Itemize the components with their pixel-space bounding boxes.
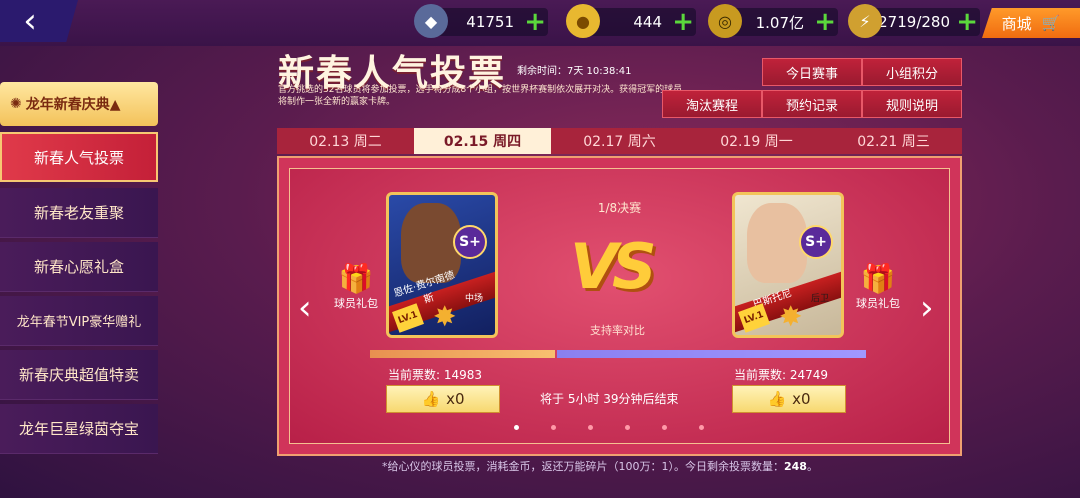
sidebar-item-label: 新春庆典超值特卖 bbox=[18, 366, 139, 384]
sidebar-item-vip-gift[interactable]: 龙年春节VIP豪华赠礼 bbox=[0, 296, 158, 346]
end-countdown: 将于 5小时 39分钟后结束 bbox=[540, 392, 679, 406]
vote-count-left: 当前票数: 14983 bbox=[388, 368, 483, 382]
vote-count-right: 当前票数: 24749 bbox=[734, 368, 829, 382]
tab-date-0217[interactable]: 02.17 周六 bbox=[551, 128, 688, 154]
button-label: 今日赛事 bbox=[785, 66, 838, 82]
resource-value: 2719/280 bbox=[878, 13, 950, 31]
star-icon: ✸ bbox=[779, 300, 803, 333]
sidebar-item-label: 新春老友重聚 bbox=[33, 204, 124, 222]
rules-button[interactable]: 规则说明 bbox=[862, 90, 962, 118]
top-bar: ‹ ◆ 41751 + ● 444 + ◎ 1.07亿 + ⚡ 2719/280… bbox=[0, 0, 1080, 46]
knockout-schedule-button[interactable]: 淘汰赛程 bbox=[662, 90, 762, 118]
resource-diamonds: ◆ 41751 + bbox=[414, 4, 548, 38]
gift-box-icon: 🎁 bbox=[860, 262, 896, 295]
add-gold-button[interactable]: + bbox=[672, 8, 694, 36]
gold-coin-icon: ● bbox=[566, 4, 600, 38]
sidebar-item-label: 龙年春节VIP豪华赠礼 bbox=[16, 315, 142, 330]
gift-label: 球员礼包 bbox=[334, 297, 378, 310]
support-bar-left bbox=[370, 350, 555, 358]
tab-date-0221[interactable]: 02.21 周三 bbox=[825, 128, 962, 154]
resource-value: 444 bbox=[633, 13, 662, 31]
remaining-votes: 248 bbox=[784, 460, 807, 473]
page-dot[interactable] bbox=[551, 425, 556, 430]
add-diamonds-button[interactable]: + bbox=[524, 8, 546, 36]
button-label: 淘汰赛程 bbox=[685, 98, 738, 114]
countdown-timer: 剩余时间：7天 10:38:41 bbox=[517, 66, 632, 77]
next-match-arrow-icon[interactable]: › bbox=[920, 288, 934, 328]
add-currency-button[interactable]: + bbox=[814, 8, 836, 36]
page-dot[interactable] bbox=[699, 425, 704, 430]
gift-box-icon: 🎁 bbox=[338, 262, 374, 295]
sidebar-item-label: 龙年巨星绿茵夺宝 bbox=[18, 420, 139, 438]
date-tabs: 02.13 周二 02.15 周四 02.17 周六 02.19 周一 02.2… bbox=[277, 128, 962, 154]
sidebar-item-popularity-vote[interactable]: 新春人气投票 bbox=[0, 132, 158, 182]
gift-label: 球员礼包 bbox=[856, 297, 900, 310]
currency-coin-icon: ◎ bbox=[708, 4, 742, 38]
prev-match-arrow-icon[interactable]: ‹ bbox=[298, 288, 312, 328]
thumbs-up-icon: 👍 bbox=[767, 390, 787, 408]
player-gift-left[interactable]: 🎁 球员礼包 bbox=[334, 262, 378, 311]
tab-date-0219[interactable]: 02.19 周一 bbox=[688, 128, 825, 154]
shop-button[interactable]: 商城 🛒 bbox=[982, 8, 1080, 38]
player-portrait bbox=[747, 203, 807, 283]
resource-energy: ⚡ 2719/280 + bbox=[848, 4, 980, 38]
grade-badge: S+ bbox=[799, 225, 833, 259]
lantern-icon: ✺ bbox=[10, 96, 22, 112]
sidebar-item-label: 新春心愿礼盒 bbox=[33, 258, 124, 276]
add-energy-button[interactable]: + bbox=[956, 8, 978, 36]
page-dot[interactable] bbox=[514, 425, 519, 430]
player-gift-right[interactable]: 🎁 球员礼包 bbox=[856, 262, 900, 311]
sidebar-header-label: 龙年新春庆典▲ bbox=[25, 97, 121, 113]
event-description: 官方挑选的32名球员将参加投票，选手将分成8个小组，按世界杯赛制依次展开对决。获… bbox=[278, 85, 683, 107]
sidebar-item-special-sale[interactable]: 新春庆典超值特卖 bbox=[0, 350, 158, 400]
like-count: x0 bbox=[792, 390, 811, 408]
reservation-records-button[interactable]: 预约记录 bbox=[762, 90, 862, 118]
button-label: 预约记录 bbox=[785, 98, 838, 114]
resource-value: 41751 bbox=[466, 13, 514, 31]
page-dot[interactable] bbox=[662, 425, 667, 430]
sidebar: ✺ 龙年新春庆典▲ 新春人气投票 新春老友重聚 新春心愿礼盒 龙年春节VIP豪华… bbox=[0, 82, 158, 498]
sidebar-item-wish-box[interactable]: 新春心愿礼盒 bbox=[0, 242, 158, 292]
player-card-left[interactable]: S+ 恩佐·费尔南德斯 中场 LV.1 ✸ bbox=[386, 192, 498, 338]
resource-gold: ● 444 + bbox=[566, 4, 696, 38]
today-matches-button[interactable]: 今日赛事 bbox=[762, 58, 862, 86]
footer-note: *给心仪的球员投票，消耗金币，返还万能碎片（100万：1）。今日剩余投票数量：2… bbox=[382, 458, 818, 474]
resource-value: 1.07亿 bbox=[755, 13, 804, 32]
vote-button-right[interactable]: 👍 x0 bbox=[732, 385, 846, 413]
support-ratio-label: 支持率对比 bbox=[590, 324, 645, 337]
support-bar-right bbox=[557, 350, 866, 358]
page-dot[interactable] bbox=[588, 425, 593, 430]
sidebar-header[interactable]: ✺ 龙年新春庆典▲ bbox=[0, 82, 158, 126]
button-label: 小组积分 bbox=[885, 66, 938, 82]
sidebar-item-label: 新春人气投票 bbox=[33, 148, 124, 167]
pagination-dots bbox=[514, 425, 704, 430]
footer-end: 。 bbox=[806, 460, 818, 473]
player-position: 中场 bbox=[464, 294, 483, 304]
button-label: 规则说明 bbox=[885, 98, 938, 114]
cart-icon: 🛒 bbox=[1041, 14, 1061, 32]
page-dot[interactable] bbox=[625, 425, 630, 430]
thumbs-up-icon: 👍 bbox=[421, 390, 441, 408]
resource-currency: ◎ 1.07亿 + bbox=[708, 4, 838, 38]
energy-icon: ⚡ bbox=[848, 4, 882, 38]
sidebar-item-treasure-hunt[interactable]: 龙年巨星绿茵夺宝 bbox=[0, 404, 158, 454]
vote-button-left[interactable]: 👍 x0 bbox=[386, 385, 500, 413]
sidebar-item-reunion[interactable]: 新春老友重聚 bbox=[0, 188, 158, 238]
diamond-icon: ◆ bbox=[414, 4, 448, 38]
star-icon: ✸ bbox=[433, 300, 457, 333]
back-button[interactable]: ‹ bbox=[0, 0, 78, 42]
shop-label: 商城 bbox=[1001, 14, 1032, 33]
like-count: x0 bbox=[446, 390, 465, 408]
tab-date-0215[interactable]: 02.15 周四 bbox=[414, 128, 551, 154]
tab-date-0213[interactable]: 02.13 周二 bbox=[277, 128, 414, 154]
footer-text: *给心仪的球员投票，消耗金币，返还万能碎片（100万：1）。今日剩余投票数量： bbox=[382, 460, 784, 473]
grade-badge: S+ bbox=[453, 225, 487, 259]
chevron-left-icon: ‹ bbox=[23, 1, 37, 41]
player-position: 后卫 bbox=[810, 294, 829, 304]
player-card-right[interactable]: S+ 巴斯托尼 后卫 LV.1 ✸ bbox=[732, 192, 844, 338]
vs-label: VS bbox=[570, 230, 657, 303]
group-points-button[interactable]: 小组积分 bbox=[862, 58, 962, 86]
